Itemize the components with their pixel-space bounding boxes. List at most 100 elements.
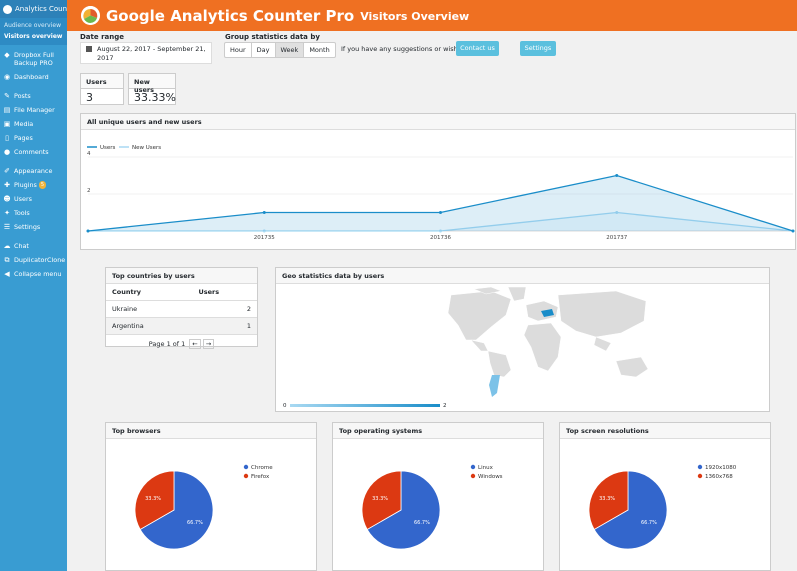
pie-slice-label: 33.3% <box>145 496 161 502</box>
argentina-region[interactable] <box>489 375 500 397</box>
table-header-row: Country Users <box>106 284 257 301</box>
pie-slice-label: 33.3% <box>372 496 388 502</box>
page-subtitle: Visitors Overview <box>360 10 470 23</box>
color-scale-bar <box>290 404 440 407</box>
sidebar-item-label: File Manager <box>14 106 55 114</box>
top-browsers-panel: Top browsers 66.7% 33.3% Chrome Firefox <box>105 422 317 571</box>
country-cell: Argentina <box>106 317 193 335</box>
sidebar-item-label: Dropbox Full Backup PRO <box>14 51 54 67</box>
column-header-country[interactable]: Country <box>106 284 193 301</box>
new-users-stat-card: New users 33.33% <box>128 73 176 105</box>
column-header-users[interactable]: Users <box>192 284 257 301</box>
os-pie-chart: 66.7% 33.3% Linux Windows <box>361 464 503 550</box>
series-area-users <box>88 175 793 231</box>
top-resolutions-panel: Top screen resolutions 66.7% 33.3% 1920x10… <box>559 422 771 571</box>
sidebar-item-collapse-menu[interactable]: ◀ Collapse menu <box>0 267 67 281</box>
sidebar-item-plugins[interactable]: ✚ Plugins 5 <box>0 178 67 192</box>
users-line-chart: Users New Users 4 2 201735 201736 201737 <box>86 145 795 241</box>
group-week-button[interactable]: Week <box>275 43 305 57</box>
sidebar-item-duplicatorclone[interactable]: ⧉ DuplicatorClone <box>0 253 67 267</box>
scale-max-label: 2 <box>443 403 447 409</box>
legend-label: Chrome <box>251 465 273 471</box>
group-month-button[interactable]: Month <box>304 43 334 57</box>
legend-swatch <box>470 473 476 479</box>
table-pager: Page 1 of 1 ← → <box>106 335 257 349</box>
sidebar-item-tools[interactable]: ✦ Tools <box>0 206 67 220</box>
suggestions-text: If you have any suggestions or wishes <box>341 45 466 53</box>
dropbox-icon: ◆ <box>4 51 10 59</box>
new-users-stat-value: 33.33% <box>134 91 176 104</box>
sidebar-item-posts[interactable]: ✎ Posts <box>0 89 67 103</box>
date-range-value: August 22, 2017 - September 21, 2017 <box>97 45 206 62</box>
sidebar-item-label: Appearance <box>14 167 53 175</box>
next-page-icon[interactable]: → <box>202 339 215 349</box>
pin-icon: ✎ <box>4 92 10 100</box>
top-countries-title: Top countries by users <box>106 268 257 284</box>
group-day-button[interactable]: Day <box>252 43 276 57</box>
legend-label: New Users <box>132 145 161 151</box>
sidebar-item-appearance[interactable]: ✐ Appearance <box>0 164 67 178</box>
group-by-buttons: Hour Day Week Month <box>224 42 336 58</box>
x-tick-label: 201735 <box>254 235 275 241</box>
data-point[interactable] <box>791 229 795 233</box>
table-row: Ukraine 2 <box>106 300 257 318</box>
sidebar-item-comments[interactable]: ● Comments <box>0 145 67 159</box>
legend-label: Windows <box>478 474 503 480</box>
collapse-icon: ◀ <box>4 270 10 278</box>
sidebar-item-dashboard[interactable]: ◉ Dashboard <box>0 70 67 84</box>
country-cell: Ukraine <box>106 300 193 318</box>
data-point[interactable] <box>262 211 266 214</box>
sidebar-item-label: Media <box>14 120 34 128</box>
sidebar-item-pages[interactable]: ▯ Pages <box>0 131 67 145</box>
plugin-icon: ✚ <box>4 181 10 189</box>
legend-label: 1360x768 <box>705 474 733 480</box>
sidebar-item-media[interactable]: ▣ Media <box>0 117 67 131</box>
data-point[interactable] <box>86 229 90 233</box>
comment-icon: ● <box>3 148 11 156</box>
sidebar-top-label: Analytics Counter <box>15 5 67 13</box>
top-countries-panel: Top countries by users Country Users Ukr… <box>105 267 258 349</box>
sidebar-item-label: DuplicatorClone <box>14 256 66 264</box>
legend-swatch <box>697 464 703 470</box>
x-tick-label: 201737 <box>606 235 627 241</box>
page-title: Google Analytics Counter Pro <box>106 6 355 25</box>
legend-swatch <box>243 464 249 470</box>
sidebar-item-label: Posts <box>14 92 31 100</box>
date-range-picker[interactable]: August 22, 2017 - September 21, 2017 <box>80 42 212 64</box>
sidebar-item-chat[interactable]: ☁ Chat <box>0 239 67 253</box>
group-by-label: Group statistics data by <box>225 33 320 41</box>
sidebar-item-dropbox[interactable]: ◆ Dropbox Full Backup PRO <box>0 48 67 70</box>
contact-us-button[interactable]: Contact us <box>456 41 499 56</box>
sidebar-item-users[interactable]: ☻ Users <box>0 192 67 206</box>
table-row: Argentina 1 <box>106 317 257 335</box>
dashboard-icon: ◉ <box>3 73 11 81</box>
media-icon: ▣ <box>3 120 11 128</box>
submenu-audience-overview[interactable]: Audience overview <box>0 20 67 31</box>
pager-text: Page 1 of 1 <box>148 340 186 348</box>
prev-page-icon[interactable]: ← <box>189 339 201 349</box>
sidebar-item-analytics-counter[interactable]: Analytics Counter <box>0 0 67 18</box>
sidebar-item-label: Pages <box>14 134 33 142</box>
top-os-panel: Top operating systems 66.7% 33.3% Linux Win… <box>332 422 544 571</box>
admin-sidebar: Analytics Counter Audience overview Visi… <box>0 0 67 571</box>
group-hour-button[interactable]: Hour <box>225 43 252 57</box>
countries-table: Country Users Ukraine 2 Argentina 1 <box>106 284 257 335</box>
sidebar-item-settings[interactable]: ☰ Settings <box>0 220 67 234</box>
submenu-visitors-overview[interactable]: Visitors overview <box>0 31 67 42</box>
browsers-pie-chart: 66.7% 33.3% Chrome Firefox <box>134 464 273 550</box>
users-cell: 1 <box>192 317 257 335</box>
legend-swatch <box>243 473 249 479</box>
pie-slice-label: 66.7% <box>187 520 203 526</box>
data-point[interactable] <box>615 174 619 177</box>
y-tick-label: 2 <box>87 188 91 194</box>
pie-slice-label: 33.3% <box>599 496 615 502</box>
folder-icon: ▤ <box>3 106 11 114</box>
settings-button[interactable]: Settings <box>520 41 556 56</box>
users-stat-value: 3 <box>86 91 93 104</box>
sidebar-item-label: Users <box>14 195 32 203</box>
sidebar-item-file-manager[interactable]: ▤ File Manager <box>0 103 67 117</box>
data-point[interactable] <box>439 211 442 214</box>
users-chart-panel: All unique users and new users Users New … <box>80 113 796 250</box>
legend-label: Users <box>100 145 116 151</box>
sidebar-item-label: Tools <box>14 209 30 217</box>
